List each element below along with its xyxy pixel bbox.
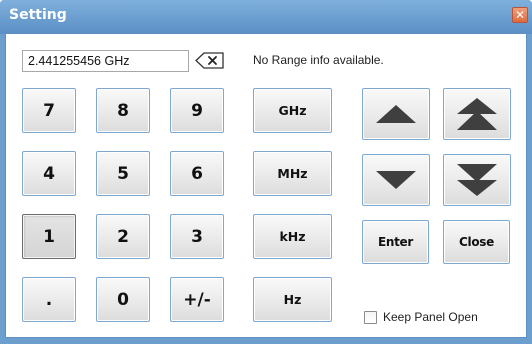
enter-button[interactable]: Enter — [362, 220, 429, 264]
settings-window: Setting ✕ No Range info available. 7 8 9… — [0, 0, 532, 344]
range-info-text: No Range info available. — [253, 53, 384, 67]
unit-hz-button[interactable]: Hz — [253, 277, 332, 322]
window-title: Setting — [9, 7, 67, 23]
unit-mhz-button[interactable]: MHz — [253, 151, 332, 196]
step-up-large-button[interactable] — [443, 88, 511, 140]
step-down-large-button[interactable] — [443, 154, 511, 206]
keep-panel-open-label: Keep Panel Open — [383, 310, 478, 324]
key-2[interactable]: 2 — [96, 214, 150, 259]
key-plus-minus[interactable]: +/- — [170, 277, 224, 322]
step-down-button[interactable] — [362, 154, 430, 206]
keep-panel-open-option[interactable]: Keep Panel Open — [364, 310, 478, 324]
backspace-icon[interactable] — [195, 52, 225, 69]
key-5[interactable]: 5 — [96, 151, 150, 196]
unit-ghz-button[interactable]: GHz — [253, 88, 332, 133]
close-button[interactable]: Close — [443, 220, 510, 264]
key-8[interactable]: 8 — [96, 88, 150, 133]
title-bar[interactable]: Setting ✕ — [0, 0, 532, 34]
key-0[interactable]: 0 — [96, 277, 150, 322]
window-close-icon[interactable]: ✕ — [512, 7, 528, 23]
key-9[interactable]: 9 — [170, 88, 224, 133]
double-arrow-down-icon — [457, 164, 497, 196]
key-1[interactable]: 1 — [22, 214, 76, 259]
step-up-button[interactable] — [362, 88, 430, 140]
key-6[interactable]: 6 — [170, 151, 224, 196]
key-3[interactable]: 3 — [170, 214, 224, 259]
key-4[interactable]: 4 — [22, 151, 76, 196]
double-arrow-up-icon — [457, 98, 497, 130]
settings-panel: No Range info available. 7 8 9 4 5 6 1 2… — [5, 33, 527, 338]
unit-khz-button[interactable]: kHz — [253, 214, 332, 259]
key-7[interactable]: 7 — [22, 88, 76, 133]
arrow-up-icon — [376, 105, 416, 123]
key-decimal[interactable]: . — [22, 277, 76, 322]
keep-panel-open-checkbox[interactable] — [364, 310, 377, 324]
arrow-down-icon — [376, 171, 416, 189]
frequency-input[interactable] — [22, 50, 189, 72]
